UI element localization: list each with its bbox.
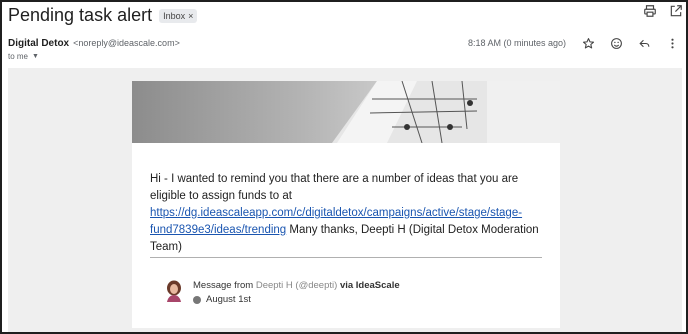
- sender-name[interactable]: Digital Detox: [8, 38, 69, 49]
- message-attribution: Message from Deepti H (@deepti) via Idea…: [193, 280, 400, 291]
- via-ideascale: via IdeaScale: [339, 280, 400, 291]
- user-avatar: [165, 280, 183, 302]
- recipients-toggle[interactable]: to me ▼: [8, 50, 39, 62]
- open-in-new-window-icon[interactable]: [668, 3, 684, 19]
- reply-icon[interactable]: [636, 35, 652, 51]
- inbox-label-chip[interactable]: Inbox ×: [159, 9, 198, 23]
- recipients-text: to me: [8, 51, 29, 61]
- author-link[interactable]: Deepti H (@deepti): [256, 280, 337, 291]
- sender-email: <noreply@ideascale.com>: [73, 38, 180, 48]
- print-icon[interactable]: [642, 3, 658, 19]
- email-card: Hi - I wanted to remind you that there a…: [132, 81, 560, 328]
- subject-row: Pending task alert Inbox ×: [8, 4, 680, 26]
- more-vert-icon[interactable]: [664, 35, 680, 51]
- message-from-label: Message from: [193, 280, 254, 291]
- email-view: Pending task alert Inbox × Digital Detox…: [0, 0, 688, 334]
- emoji-icon[interactable]: [608, 35, 624, 51]
- message-body: Hi - I wanted to remind you that there a…: [150, 171, 550, 256]
- message-date-row: August 1st: [193, 294, 251, 305]
- remove-label-icon[interactable]: ×: [188, 11, 193, 21]
- top-actions: [642, 3, 684, 19]
- status-dot-icon: [193, 295, 201, 304]
- divider: [150, 257, 542, 258]
- chevron-down-icon[interactable]: ▼: [32, 53, 39, 60]
- star-icon[interactable]: [580, 35, 596, 51]
- email-subject: Pending task alert: [8, 4, 153, 25]
- header-banner-image: [132, 81, 560, 143]
- message-intro: Hi - I wanted to remind you that there a…: [150, 173, 519, 202]
- inbox-label-text: Inbox: [163, 11, 186, 21]
- timestamp: 8:18 AM (0 minutes ago): [467, 38, 566, 48]
- message-date: August 1st: [206, 294, 251, 305]
- message-meta: 8:18 AM (0 minutes ago): [468, 35, 680, 51]
- sender-row: Digital Detox <noreply@ideascale.com> 8:…: [8, 35, 680, 51]
